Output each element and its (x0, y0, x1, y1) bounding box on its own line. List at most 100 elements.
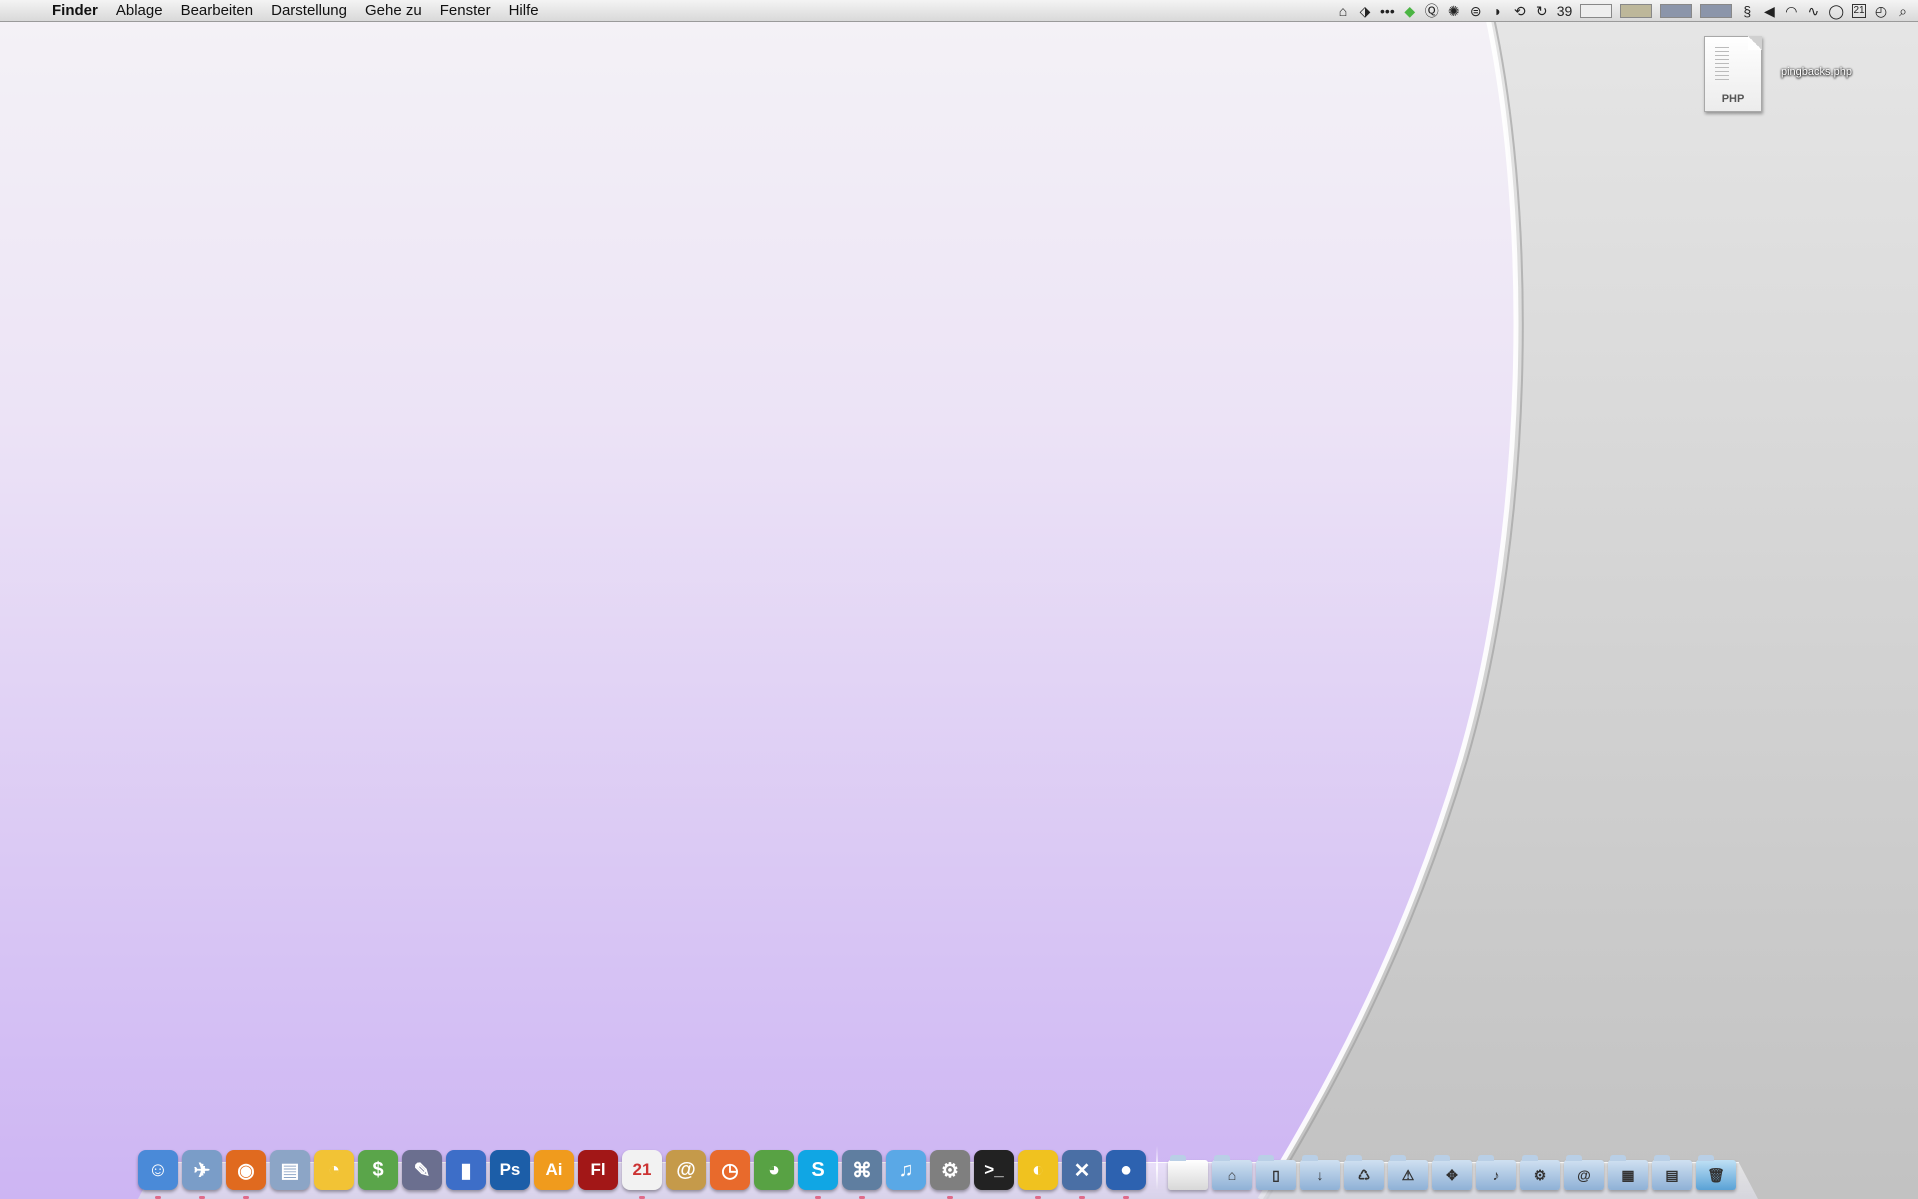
spotlight-icon[interactable]: ⌕ (1896, 3, 1910, 20)
timer-icon[interactable]: ◴ (1874, 3, 1888, 20)
dock-app-timer[interactable]: ◷ (710, 1150, 750, 1190)
dock-app-cyberduck[interactable]: ◔ (314, 1150, 354, 1190)
dock-app-glyph: @ (676, 1158, 696, 1181)
dock-app-flash[interactable]: Fl (578, 1150, 618, 1190)
airport-sound-icon[interactable]: ◗ (1491, 3, 1505, 19)
dock-stack-downloads[interactable]: ↓ (1300, 1155, 1340, 1190)
desktop (0, 0, 1918, 1199)
refresh-icon[interactable]: ↻ (1535, 3, 1549, 20)
quicksilver-icon[interactable]: Ⓠ (1425, 1, 1439, 21)
dock-app-glyph: ⚙ (941, 1159, 959, 1182)
dock-stack-glyph: ✥ (1446, 1166, 1458, 1183)
dock-stack-drive[interactable] (1168, 1155, 1208, 1190)
dock-app-glyph: $ (372, 1158, 384, 1181)
wifi-icon[interactable]: ◠ (1784, 3, 1798, 20)
dock-app-glyph: ● (1119, 1158, 1133, 1181)
dock-stack-settings[interactable]: ⚙ (1520, 1155, 1560, 1190)
dock-stack-trash[interactable]: 🗑 (1696, 1155, 1736, 1190)
dock-app-stats[interactable]: ▮ (446, 1150, 486, 1190)
dock-app-firefox[interactable]: ◉ (226, 1150, 266, 1199)
dock-stack-glyph: @ (1577, 1167, 1591, 1183)
dock-app-finder[interactable]: ☺ (138, 1150, 178, 1199)
clock-icon[interactable]: ◯ (1828, 3, 1844, 20)
cpu-meter[interactable] (1580, 4, 1613, 18)
dock-app-preview-pdf[interactable]: ▤ (270, 1150, 310, 1190)
dock-stack-glyph: ▯ (1272, 1166, 1280, 1183)
disk-meter[interactable] (1660, 4, 1693, 18)
dock-stack-recycle[interactable]: ♺ (1344, 1155, 1384, 1190)
dock-app-money[interactable]: $ (358, 1150, 398, 1190)
dock-app-system-preferences[interactable]: ⚙ (930, 1150, 970, 1199)
volume-icon[interactable]: ◀ (1762, 3, 1776, 20)
dock-app-terminal[interactable]: >_ (974, 1150, 1014, 1190)
dock-app-preview[interactable]: ✈ (182, 1150, 222, 1199)
status-number[interactable]: 39 (1557, 3, 1573, 19)
menu-darstellung[interactable]: Darstellung (262, 2, 356, 19)
dock-app-photoshop[interactable]: Ps (490, 1150, 530, 1190)
dock-app-illustrator[interactable]: Ai (534, 1150, 574, 1190)
dock-app-glyph: S (811, 1158, 825, 1181)
dock-app-glyph: ▮ (460, 1159, 472, 1182)
menu-fenster[interactable]: Fenster (431, 2, 500, 19)
dock-app-glyph: ✈ (193, 1159, 211, 1182)
dock-stack-glyph: ⚙ (1533, 1166, 1547, 1183)
dock-stack-alerts[interactable]: ⚠ (1388, 1155, 1428, 1190)
dock-app-glyph: ✎ (413, 1159, 431, 1182)
script-icon[interactable]: § (1740, 3, 1754, 19)
dock-stack-home[interactable]: ⌂ (1212, 1155, 1252, 1190)
sync-icon[interactable]: ⊜ (1469, 3, 1483, 20)
time-machine-icon[interactable]: ⟲ (1513, 3, 1527, 20)
menu-gehe-zu[interactable]: Gehe zu (356, 2, 431, 19)
dock-app-glyph: ☺ (147, 1158, 169, 1181)
wallpaper (0, 0, 1918, 1199)
file-name-label[interactable]: pingbacks.php (1781, 66, 1852, 78)
dock-app-network[interactable]: ⌘ (842, 1150, 882, 1199)
dock-stack-glyph: ▦ (1621, 1166, 1635, 1183)
dock-app-pencil[interactable]: ✎ (402, 1150, 442, 1190)
dock: ☺ ✈ ◉ ▤ ◔ $ ✎ ▮ Ps Ai Fl 21 @ ◷ ◕ S ⌘ ♫ ⚙ >_ ◐ ✕ ● ⌂ ▯ ↓ ♺ ⚠ ✥ ♪ ⚙ @ ▦ ▤ 🗑 (138, 1136, 1758, 1199)
dock-app-glyph: ♫ (898, 1158, 914, 1181)
menu-ablage[interactable]: Ablage (107, 2, 172, 19)
file-preview-lines (1715, 47, 1729, 83)
desktop-file-pingbacks[interactable]: PHP pingbacks.php (1700, 36, 1870, 116)
menu-bearbeiten[interactable]: Bearbeiten (172, 2, 263, 19)
network-icon[interactable]: ✺ (1447, 3, 1461, 20)
dock-app-glyph: ▤ (280, 1159, 300, 1182)
dock-icons: ☺ ✈ ◉ ▤ ◔ $ ✎ ▮ Ps Ai Fl 21 @ ◷ ◕ S ⌘ ♫ ⚙ >_ ◐ ✕ ● ⌂ ▯ ↓ ♺ ⚠ ✥ ♪ ⚙ @ ▦ ▤ 🗑 (138, 1140, 1736, 1199)
dock-app-address-book[interactable]: @ (666, 1150, 706, 1190)
signal-dots-icon[interactable]: ••• (1380, 3, 1395, 19)
menu-finder[interactable]: Finder (44, 2, 107, 19)
network-meter[interactable] (1700, 4, 1733, 18)
dock-stack-documents[interactable]: ▯ (1256, 1155, 1296, 1190)
file-type-label: PHP (1721, 93, 1745, 105)
calendar-icon[interactable]: 21 (1852, 4, 1866, 18)
dock-app-x11[interactable]: ✕ (1062, 1150, 1102, 1199)
menu-hilfe[interactable]: Hilfe (500, 2, 548, 19)
menu-bar: Finder Ablage Bearbeiten Darstellung Geh… (0, 0, 1918, 22)
dock-app-glyph: ⌘ (852, 1159, 872, 1182)
dock-app-glyph: >_ (984, 1160, 1004, 1179)
dock-app-glyph: ◉ (237, 1159, 255, 1182)
dock-stack-applications[interactable]: ✥ (1432, 1155, 1472, 1190)
dock-app-color-picker[interactable]: ◐ (1018, 1150, 1058, 1199)
dock-stack-glyph: ▤ (1665, 1166, 1679, 1183)
dock-app-adium[interactable]: ◕ (754, 1150, 794, 1190)
dock-app-skype[interactable]: S (798, 1150, 838, 1199)
dock-stack-music[interactable]: ♪ (1476, 1155, 1516, 1190)
dock-app-itunes[interactable]: ♫ (886, 1150, 926, 1190)
php-file-icon[interactable]: PHP (1704, 36, 1762, 112)
growl-icon[interactable]: ◆ (1403, 3, 1417, 20)
home-icon[interactable]: ⌂ (1336, 3, 1350, 19)
dock-app-blue-ball[interactable]: ● (1106, 1150, 1146, 1199)
memory-meter[interactable] (1620, 4, 1653, 18)
dock-app-glyph: Ps (499, 1160, 521, 1179)
activity-icon[interactable]: ∿ (1806, 3, 1820, 20)
dock-app-glyph: Fl (590, 1160, 606, 1179)
dock-stack-archive[interactable]: ▦ (1608, 1155, 1648, 1190)
dock-stack-web[interactable]: ▤ (1652, 1155, 1692, 1190)
tag-icon[interactable]: ⬗ (1358, 3, 1372, 20)
dock-stack-mail[interactable]: @ (1564, 1155, 1604, 1190)
dock-app-glyph: ◷ (721, 1159, 739, 1182)
dock-stack-glyph: ♺ (1357, 1166, 1371, 1183)
dock-app-ical[interactable]: 21 (622, 1150, 662, 1199)
